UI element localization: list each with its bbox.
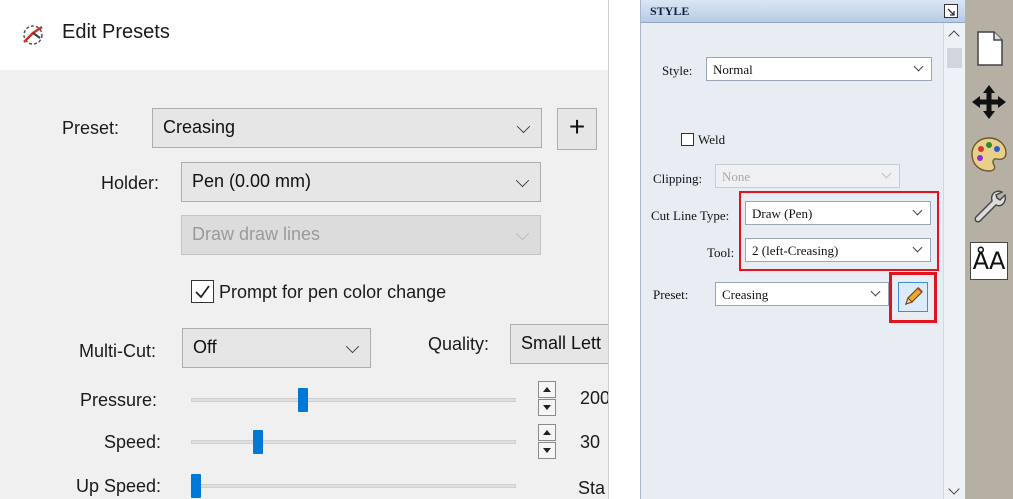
preset-dropdown-value: Creasing — [163, 117, 236, 137]
chevron-down-icon — [881, 168, 892, 179]
preset-label: Preset: — [62, 118, 120, 138]
style-panel-title: STYLE — [650, 4, 690, 18]
scroll-up-arrow-icon[interactable] — [948, 30, 960, 42]
palette-icon[interactable] — [969, 134, 1009, 174]
pencil-icon — [905, 287, 923, 305]
right-toolbar: ÅA — [966, 0, 1013, 499]
style-label: Style: — [662, 63, 693, 78]
style-preset-dropdown-value: Creasing — [722, 287, 769, 302]
holder-dropdown-value: Pen (0.00 mm) — [192, 171, 312, 191]
chevron-down-icon — [345, 339, 360, 354]
holder-dropdown[interactable]: Pen (0.00 mm) — [181, 162, 541, 202]
scroll-thumb[interactable] — [947, 48, 962, 68]
style-panel-header: STYLE — [641, 0, 965, 23]
speed-increment-button[interactable] — [538, 424, 556, 441]
quality-label: Quality: — [428, 334, 490, 354]
upspeed-value: Sta — [578, 478, 606, 498]
pressure-slider-track[interactable] — [191, 398, 516, 402]
upspeed-label: Up Speed: — [76, 476, 162, 496]
edit-presets-dialog: Edit Presets Preset: Creasing + Holder: … — [0, 0, 609, 499]
chevron-down-icon — [870, 286, 881, 297]
clipping-dropdown-value: None — [722, 169, 751, 184]
add-preset-button[interactable]: + — [557, 108, 597, 150]
multicut-label: Multi-Cut: — [79, 341, 157, 361]
weld-checkbox[interactable] — [681, 133, 694, 146]
expand-panel-icon[interactable] — [944, 4, 958, 18]
text-icon[interactable]: ÅA — [970, 242, 1008, 280]
tool-label: Tool: — [707, 245, 735, 260]
pressure-label: Pressure: — [80, 390, 158, 410]
multicut-dropdown[interactable]: Off — [182, 328, 371, 368]
prompt-pen-color-checkbox[interactable] — [191, 280, 214, 303]
silhouette-logo-icon — [23, 25, 43, 45]
upspeed-slider-thumb[interactable] — [191, 474, 201, 498]
wrench-icon[interactable] — [969, 186, 1009, 226]
style-dropdown-value: Normal — [713, 62, 753, 77]
scroll-down-arrow-icon[interactable] — [948, 483, 960, 495]
move-icon[interactable] — [969, 82, 1009, 122]
pressure-value: 200 — [580, 388, 609, 408]
clipping-dropdown: None — [715, 164, 900, 188]
pressure-slider-thumb[interactable] — [298, 388, 309, 412]
speed-value: 30 — [580, 432, 601, 452]
multicut-dropdown-value: Off — [193, 337, 217, 357]
chevron-down-icon — [516, 119, 531, 134]
style-dropdown[interactable]: Normal — [706, 57, 932, 81]
speed-slider-track[interactable] — [191, 440, 516, 444]
edit-preset-button[interactable] — [898, 282, 928, 312]
dialog-title-bar: Edit Presets — [0, 0, 608, 70]
quality-dropdown[interactable]: Small Lett — [510, 324, 608, 364]
draw-lines-dropdown-value: Draw draw lines — [192, 224, 321, 244]
clipping-label: Clipping: — [653, 171, 703, 186]
chevron-down-icon — [515, 226, 530, 241]
style-panel-scrollbar[interactable] — [943, 23, 965, 499]
weld-label: Weld — [698, 132, 726, 147]
chevron-down-icon — [515, 173, 530, 188]
chevron-down-icon — [913, 61, 924, 72]
holder-label: Holder: — [101, 173, 160, 193]
style-preset-label: Preset: — [653, 287, 689, 302]
page-icon[interactable] — [969, 28, 1009, 68]
upspeed-slider-track[interactable] — [191, 484, 516, 488]
cut-line-tool-highlight — [739, 191, 939, 271]
pressure-decrement-button[interactable] — [538, 399, 556, 416]
preset-dropdown[interactable]: Creasing — [152, 108, 542, 148]
checkmark-icon — [195, 285, 210, 299]
quality-dropdown-value: Small Lett — [521, 333, 602, 353]
prompt-pen-color-label: Prompt for pen color change — [219, 282, 447, 302]
speed-label: Speed: — [104, 432, 162, 452]
draw-lines-dropdown: Draw draw lines — [181, 215, 541, 255]
speed-slider-thumb[interactable] — [252, 430, 263, 454]
style-preset-dropdown[interactable]: Creasing — [715, 282, 889, 306]
pressure-increment-button[interactable] — [538, 381, 556, 398]
speed-decrement-button[interactable] — [538, 442, 556, 459]
cut-line-type-label: Cut Line Type: — [651, 208, 730, 223]
dialog-title: Edit Presets — [62, 21, 170, 43]
